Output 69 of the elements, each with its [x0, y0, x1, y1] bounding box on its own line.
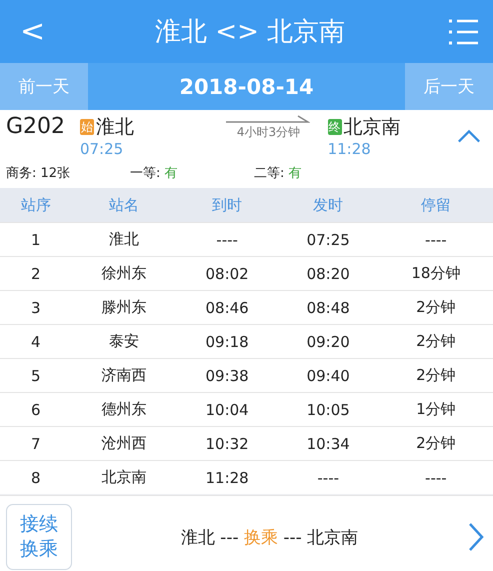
- table-cell: 2分钟: [416, 298, 456, 316]
- table-cell: ----: [317, 468, 340, 486]
- duration-text: 4小时3分钟: [236, 124, 300, 141]
- seat-availability: 有: [288, 166, 302, 181]
- table-cell: 沧州西: [102, 434, 147, 452]
- seat-availability: 有: [164, 166, 178, 181]
- time-text: 11:28: [328, 140, 372, 158]
- column-header: 站序: [20, 196, 51, 214]
- table-cell: 泰安: [109, 332, 140, 350]
- table-cell: ----: [216, 230, 238, 248]
- table-cell: 1: [30, 230, 41, 248]
- table-cell: 10:34: [306, 434, 350, 452]
- table-cell: 08:02: [205, 264, 249, 282]
- column-header: 到时: [212, 196, 242, 214]
- date-text: 2018-08-14: [178, 74, 315, 98]
- table-cell: 3: [30, 298, 41, 316]
- table-cell: ----: [425, 230, 447, 248]
- back-button[interactable]: <: [14, 14, 52, 49]
- menu-icon[interactable]: [449, 18, 479, 46]
- train-number: G202: [6, 114, 66, 139]
- table-cell: 5: [30, 366, 41, 384]
- table-cell: 7: [30, 434, 41, 452]
- table-cell: 淮北: [109, 230, 140, 248]
- time-text: 07:25: [80, 140, 124, 158]
- seat-label: 一等:: [130, 166, 160, 181]
- table-cell: 2分钟: [416, 366, 456, 384]
- table-cell: 济南西: [102, 366, 147, 384]
- table-cell: 10:04: [205, 400, 249, 418]
- table-cell: 6: [30, 400, 41, 418]
- table-cell: 09:38: [205, 366, 249, 384]
- table-cell: 09:40: [306, 366, 350, 384]
- table-cell: 8: [30, 468, 41, 486]
- start-badge: 始: [80, 119, 94, 135]
- table-cell: ----: [425, 468, 447, 486]
- transfer-button[interactable]: 接续换乘: [6, 504, 72, 570]
- table-cell: 2分钟: [416, 332, 456, 350]
- table-cell: 08:20: [306, 264, 350, 282]
- column-header: 发时: [313, 196, 344, 214]
- table-cell: 德州东: [102, 400, 147, 418]
- collapse-icon[interactable]: [456, 128, 481, 144]
- station-name: 北京南: [344, 115, 401, 140]
- column-header: 停留: [420, 196, 451, 214]
- seat-label: 二等:: [254, 166, 284, 181]
- table-cell: 10:32: [205, 434, 249, 452]
- transfer-route: 淮北 --- 换乘 --- 北京南: [180, 526, 360, 548]
- seat-label: 商务:: [6, 166, 36, 181]
- table-cell: 18分钟: [411, 264, 460, 282]
- table-cell: 北京南: [102, 468, 147, 486]
- previous-day-button[interactable]: 前一天: [0, 63, 88, 110]
- table-cell: 10:05: [306, 400, 350, 418]
- chevron-right-icon[interactable]: [467, 522, 485, 552]
- table-cell: 07:25: [306, 230, 350, 248]
- table-cell: 11:28: [205, 468, 249, 486]
- seat-availability: 12张: [40, 166, 70, 181]
- table-cell: 08:48: [306, 298, 350, 316]
- table-cell: 2: [30, 264, 41, 282]
- column-header: 站名: [109, 196, 140, 214]
- page-title: 淮北 <> 北京南: [155, 16, 346, 49]
- next-day-button[interactable]: 后一天: [405, 63, 493, 110]
- end-badge: 终: [328, 119, 342, 135]
- table-cell: 2分钟: [416, 434, 456, 452]
- table-cell: 09:18: [205, 332, 249, 350]
- table-cell: 滕州东: [102, 298, 147, 316]
- table-cell: 4: [30, 332, 41, 350]
- table-cell: 徐州东: [102, 264, 147, 282]
- station-name: 淮北: [96, 115, 134, 140]
- table-cell: 09:20: [306, 332, 350, 350]
- table-cell: 08:46: [205, 298, 249, 316]
- table-cell: 1分钟: [416, 400, 456, 418]
